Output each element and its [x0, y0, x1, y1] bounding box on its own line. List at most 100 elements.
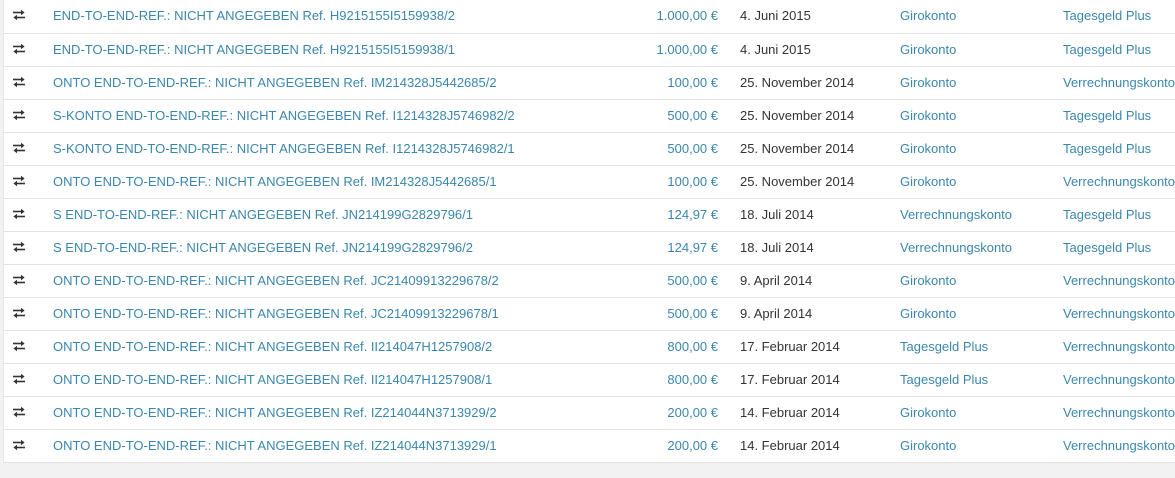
from-account-link[interactable]: Girokonto [900, 438, 956, 453]
transaction-description-link[interactable]: ONTO END-TO-END-REF.: NICHT ANGEGEBEN Re… [53, 405, 497, 420]
row-icon-cell [4, 429, 53, 463]
from-account-link[interactable]: Tagesgeld Plus [900, 372, 988, 387]
description-cell: ONTO END-TO-END-REF.: NICHT ANGEGEBEN Re… [53, 363, 621, 397]
table-row: ONTO END-TO-END-REF.: NICHT ANGEGEBEN Re… [4, 396, 1175, 430]
from-account-link[interactable]: Girokonto [900, 141, 956, 156]
table-row: END-TO-END-REF.: NICHT ANGEGEBEN Ref. H9… [4, 33, 1175, 67]
amount-cell: 1.000,00 € [621, 33, 718, 67]
from-account-cell: Verrechnungskonto [900, 198, 1063, 232]
table-row: END-TO-END-REF.: NICHT ANGEGEBEN Ref. H9… [4, 0, 1175, 34]
amount-cell: 100,00 € [621, 66, 718, 100]
amount-cell: 500,00 € [621, 132, 718, 166]
transaction-description-link[interactable]: S-KONTO END-TO-END-REF.: NICHT ANGEGEBEN… [53, 108, 515, 123]
transaction-amount: 124,97 € [667, 206, 718, 222]
transaction-date: 4. Juni 2015 [740, 41, 811, 57]
to-account-link[interactable]: Verrechnungskonto [1063, 438, 1175, 453]
transaction-date: 17. Februar 2014 [740, 371, 840, 387]
to-account-link[interactable]: Verrechnungskonto [1063, 75, 1175, 90]
date-cell: 25. November 2014 [740, 132, 900, 166]
row-icon-cell [4, 264, 53, 298]
transfer-arrows-icon [12, 340, 26, 352]
from-account-cell: Girokonto [900, 165, 1063, 199]
table-row: S-KONTO END-TO-END-REF.: NICHT ANGEGEBEN… [4, 132, 1175, 166]
table-row: ONTO END-TO-END-REF.: NICHT ANGEGEBEN Re… [4, 165, 1175, 199]
spacer-cell [718, 231, 740, 265]
transactions-table-container: END-TO-END-REF.: NICHT ANGEGEBEN Ref. H9… [3, 0, 1175, 463]
to-account-link[interactable]: Tagesgeld Plus [1063, 42, 1151, 57]
to-account-link[interactable]: Tagesgeld Plus [1063, 207, 1151, 222]
transaction-description-link[interactable]: ONTO END-TO-END-REF.: NICHT ANGEGEBEN Re… [53, 306, 499, 321]
row-icon-cell [4, 330, 53, 364]
from-account-cell: Girokonto [900, 396, 1063, 430]
transaction-description-link[interactable]: ONTO END-TO-END-REF.: NICHT ANGEGEBEN Re… [53, 273, 499, 288]
amount-cell: 1.000,00 € [621, 0, 718, 34]
to-account-link[interactable]: Verrechnungskonto [1063, 174, 1175, 189]
description-cell: ONTO END-TO-END-REF.: NICHT ANGEGEBEN Re… [53, 165, 621, 199]
to-account-link[interactable]: Tagesgeld Plus [1063, 8, 1151, 23]
transaction-description-link[interactable]: END-TO-END-REF.: NICHT ANGEGEBEN Ref. H9… [53, 42, 455, 57]
from-account-link[interactable]: Girokonto [900, 75, 956, 90]
transaction-description-link[interactable]: ONTO END-TO-END-REF.: NICHT ANGEGEBEN Re… [53, 438, 497, 453]
description-cell: S END-TO-END-REF.: NICHT ANGEGEBEN Ref. … [53, 231, 621, 265]
transaction-description-link[interactable]: S-KONTO END-TO-END-REF.: NICHT ANGEGEBEN… [53, 141, 515, 156]
spacer-cell [718, 0, 740, 34]
amount-cell: 800,00 € [621, 330, 718, 364]
transaction-date: 9. April 2014 [740, 272, 813, 288]
from-account-cell: Verrechnungskonto [900, 231, 1063, 265]
date-cell: 14. Februar 2014 [740, 429, 900, 463]
date-cell: 14. Februar 2014 [740, 396, 900, 430]
amount-cell: 500,00 € [621, 99, 718, 133]
to-account-link[interactable]: Tagesgeld Plus [1063, 141, 1151, 156]
transaction-description-link[interactable]: S END-TO-END-REF.: NICHT ANGEGEBEN Ref. … [53, 207, 473, 222]
from-account-link[interactable]: Girokonto [900, 174, 956, 189]
row-icon-cell [4, 231, 53, 265]
transaction-amount: 500,00 € [667, 140, 718, 156]
transaction-description-link[interactable]: END-TO-END-REF.: NICHT ANGEGEBEN Ref. H9… [53, 8, 455, 23]
from-account-link[interactable]: Girokonto [900, 405, 956, 420]
spacer-cell [718, 363, 740, 397]
transaction-description-link[interactable]: ONTO END-TO-END-REF.: NICHT ANGEGEBEN Re… [53, 339, 492, 354]
description-cell: S-KONTO END-TO-END-REF.: NICHT ANGEGEBEN… [53, 99, 621, 133]
transaction-date: 18. Juli 2014 [740, 206, 814, 222]
spacer-cell [718, 99, 740, 133]
description-cell: S END-TO-END-REF.: NICHT ANGEGEBEN Ref. … [53, 198, 621, 232]
to-account-link[interactable]: Tagesgeld Plus [1063, 108, 1151, 123]
transaction-date: 25. November 2014 [740, 74, 855, 90]
to-account-link[interactable]: Verrechnungskonto [1063, 273, 1175, 288]
to-account-cell: Verrechnungskonto [1063, 165, 1175, 199]
to-account-link[interactable]: Verrechnungskonto [1063, 339, 1175, 354]
to-account-link[interactable]: Verrechnungskonto [1063, 306, 1175, 321]
from-account-link[interactable]: Girokonto [900, 108, 956, 123]
description-cell: ONTO END-TO-END-REF.: NICHT ANGEGEBEN Re… [53, 396, 621, 430]
transaction-description-link[interactable]: S END-TO-END-REF.: NICHT ANGEGEBEN Ref. … [53, 240, 473, 255]
transfer-arrows-icon [12, 43, 26, 55]
to-account-cell: Verrechnungskonto [1063, 429, 1175, 463]
transaction-amount: 500,00 € [667, 107, 718, 123]
from-account-link[interactable]: Verrechnungskonto [900, 207, 1012, 222]
transaction-amount: 124,97 € [667, 239, 718, 255]
from-account-link[interactable]: Verrechnungskonto [900, 240, 1012, 255]
from-account-link[interactable]: Girokonto [900, 306, 956, 321]
transaction-description-link[interactable]: ONTO END-TO-END-REF.: NICHT ANGEGEBEN Re… [53, 174, 497, 189]
description-cell: ONTO END-TO-END-REF.: NICHT ANGEGEBEN Re… [53, 330, 621, 364]
from-account-link[interactable]: Girokonto [900, 42, 956, 57]
from-account-link[interactable]: Tagesgeld Plus [900, 339, 988, 354]
table-row: ONTO END-TO-END-REF.: NICHT ANGEGEBEN Re… [4, 66, 1175, 100]
from-account-cell: Tagesgeld Plus [900, 363, 1063, 397]
to-account-link[interactable]: Verrechnungskonto [1063, 372, 1175, 387]
to-account-link[interactable]: Verrechnungskonto [1063, 405, 1175, 420]
date-cell: 25. November 2014 [740, 66, 900, 100]
amount-cell: 500,00 € [621, 297, 718, 331]
to-account-link[interactable]: Tagesgeld Plus [1063, 240, 1151, 255]
from-account-cell: Girokonto [900, 99, 1063, 133]
spacer-cell [718, 429, 740, 463]
amount-cell: 200,00 € [621, 396, 718, 430]
table-row: ONTO END-TO-END-REF.: NICHT ANGEGEBEN Re… [4, 330, 1175, 364]
transfer-arrows-icon [12, 307, 26, 319]
table-row: ONTO END-TO-END-REF.: NICHT ANGEGEBEN Re… [4, 429, 1175, 463]
from-account-link[interactable]: Girokonto [900, 273, 956, 288]
transaction-description-link[interactable]: ONTO END-TO-END-REF.: NICHT ANGEGEBEN Re… [53, 372, 492, 387]
to-account-cell: Tagesgeld Plus [1063, 33, 1175, 67]
transaction-description-link[interactable]: ONTO END-TO-END-REF.: NICHT ANGEGEBEN Re… [53, 75, 497, 90]
from-account-link[interactable]: Girokonto [900, 8, 956, 23]
